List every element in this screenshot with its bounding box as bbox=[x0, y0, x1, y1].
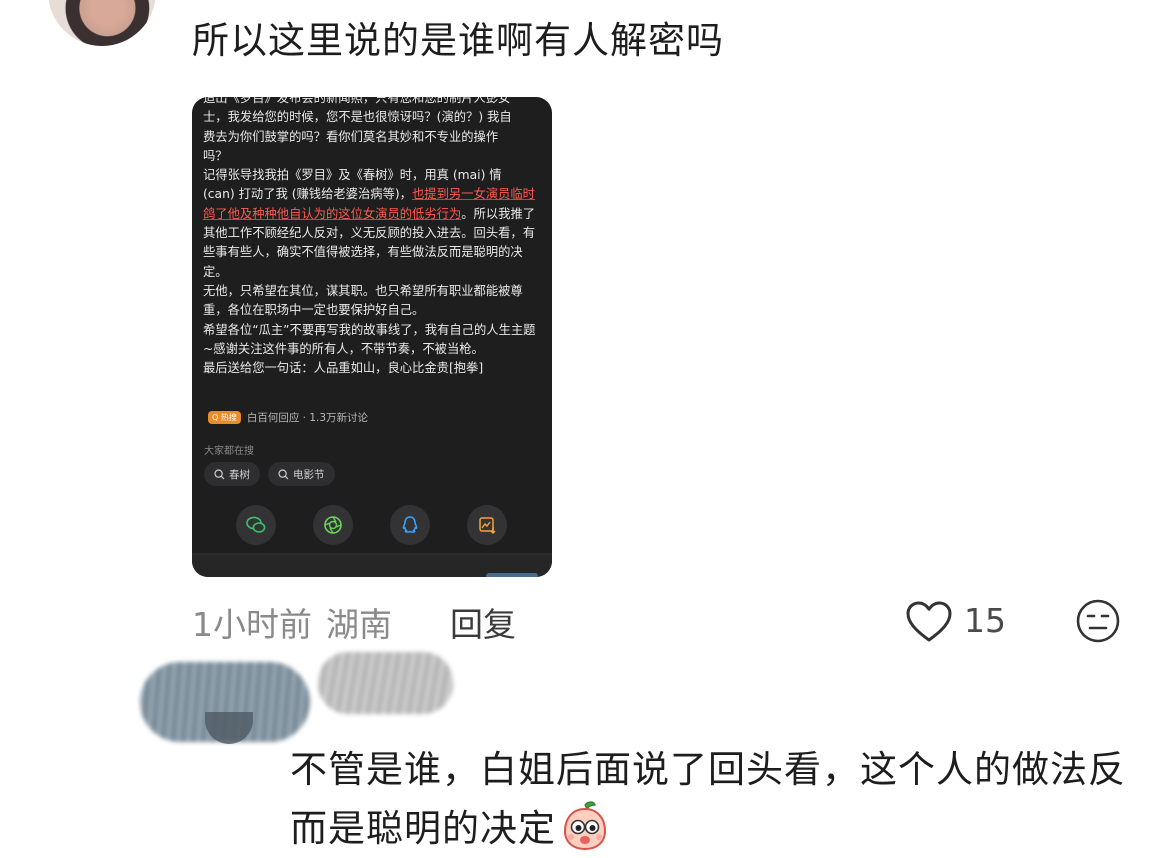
commenter-avatar[interactable] bbox=[48, 0, 156, 46]
wechat-icon bbox=[246, 516, 266, 533]
comment-location: 湖南 bbox=[326, 605, 392, 644]
chip-label: 春树 bbox=[229, 468, 250, 481]
statement-paragraph: 无他，只希望在其位，谋其职。也只希望所有职业都能被尊重，各位在职场中一定也要保护… bbox=[203, 283, 523, 318]
moments-icon bbox=[324, 516, 342, 534]
hot-topic[interactable]: Q 热搜 白百何回应 · 1.3万新讨论 bbox=[208, 410, 368, 425]
comment-time: 1小时前 bbox=[192, 605, 312, 644]
divider bbox=[192, 553, 552, 555]
statement-paragraph: 希望各位“瓜主”不要再写我的故事线了，我有自己的人生主题~感谢关注这件事的所有人… bbox=[203, 322, 536, 356]
hot-topic-text: 白百何回应 · 1.3万新讨论 bbox=[246, 412, 369, 424]
like-count: 15 bbox=[964, 601, 1006, 640]
search-chip-chunshu[interactable]: 春树 bbox=[204, 462, 260, 486]
search-chip-film-festival[interactable]: 电影节 bbox=[268, 462, 335, 486]
statement-line: (can) 打动了我 (赚钱给老婆治病等)， bbox=[203, 187, 412, 202]
reply-comment: 不管是谁，白姐后面说了回头看，这个人的做法反而是聪明的决定 bbox=[290, 740, 1150, 858]
comment-meta: 1小时前 湖南 bbox=[192, 598, 392, 646]
statement-paragraph: 最后送给您一句话：人品重如山，良心比金贵[抱拳] bbox=[203, 361, 484, 376]
statement-paragraph: (can) 打动了我 (赚钱给老婆治病等)，也提到另一女演员临时鸽了他及种种他自… bbox=[203, 185, 543, 281]
qq-icon bbox=[402, 516, 418, 533]
share-wechat-button[interactable] bbox=[236, 505, 276, 545]
statement-line: 造出《罗目》发布会的新闻照，只有您和您的制片人彭女 bbox=[203, 97, 511, 105]
save-image-button[interactable] bbox=[467, 505, 507, 545]
statement-line: 费去为你们鼓掌的吗？看你们莫名其妙和不专业的操作 bbox=[203, 129, 499, 144]
home-indicator bbox=[486, 573, 538, 577]
trending-label: 大家都在搜 bbox=[204, 446, 254, 457]
statement-line: 士，我发给您的时候，您不是也很惊讶吗？(演的？) 我自 bbox=[203, 110, 512, 125]
statement-line: 记得张导找我拍《罗目》及《春树》时，用真 (mai) 情 bbox=[203, 168, 502, 183]
heart-icon[interactable] bbox=[905, 600, 953, 644]
peach-emoji-icon bbox=[563, 801, 607, 851]
hot-search-badge: Q 热搜 bbox=[208, 411, 241, 424]
screenshot-statement: 造出《罗目》发布会的新闻照，只有您和您的制片人彭女 士，我发给您的时候，您不是也… bbox=[203, 97, 543, 378]
search-icon bbox=[278, 468, 289, 479]
statement-line: 吗？ bbox=[203, 148, 228, 163]
search-icon bbox=[214, 468, 225, 479]
blurred-username[interactable] bbox=[318, 652, 453, 714]
reply-button[interactable]: 回复 bbox=[450, 598, 516, 646]
comment-text: 所以这里说的是谁啊有人解密吗 bbox=[192, 19, 724, 62]
save-image-icon bbox=[479, 517, 496, 535]
attached-screenshot[interactable]: 造出《罗目》发布会的新闻照，只有您和您的制片人彭女 士，我发给您的时候，您不是也… bbox=[192, 97, 552, 577]
reply-comment-text: 不管是谁，白姐后面说了回头看，这个人的做法反而是聪明的决定 bbox=[290, 748, 1126, 850]
highlighted-text: 也提到另一女演员 bbox=[411, 187, 511, 202]
share-qq-button[interactable] bbox=[390, 505, 430, 545]
neutral-face-icon[interactable] bbox=[1075, 598, 1121, 644]
share-moments-button[interactable] bbox=[313, 505, 353, 545]
chip-label: 电影节 bbox=[293, 468, 325, 481]
